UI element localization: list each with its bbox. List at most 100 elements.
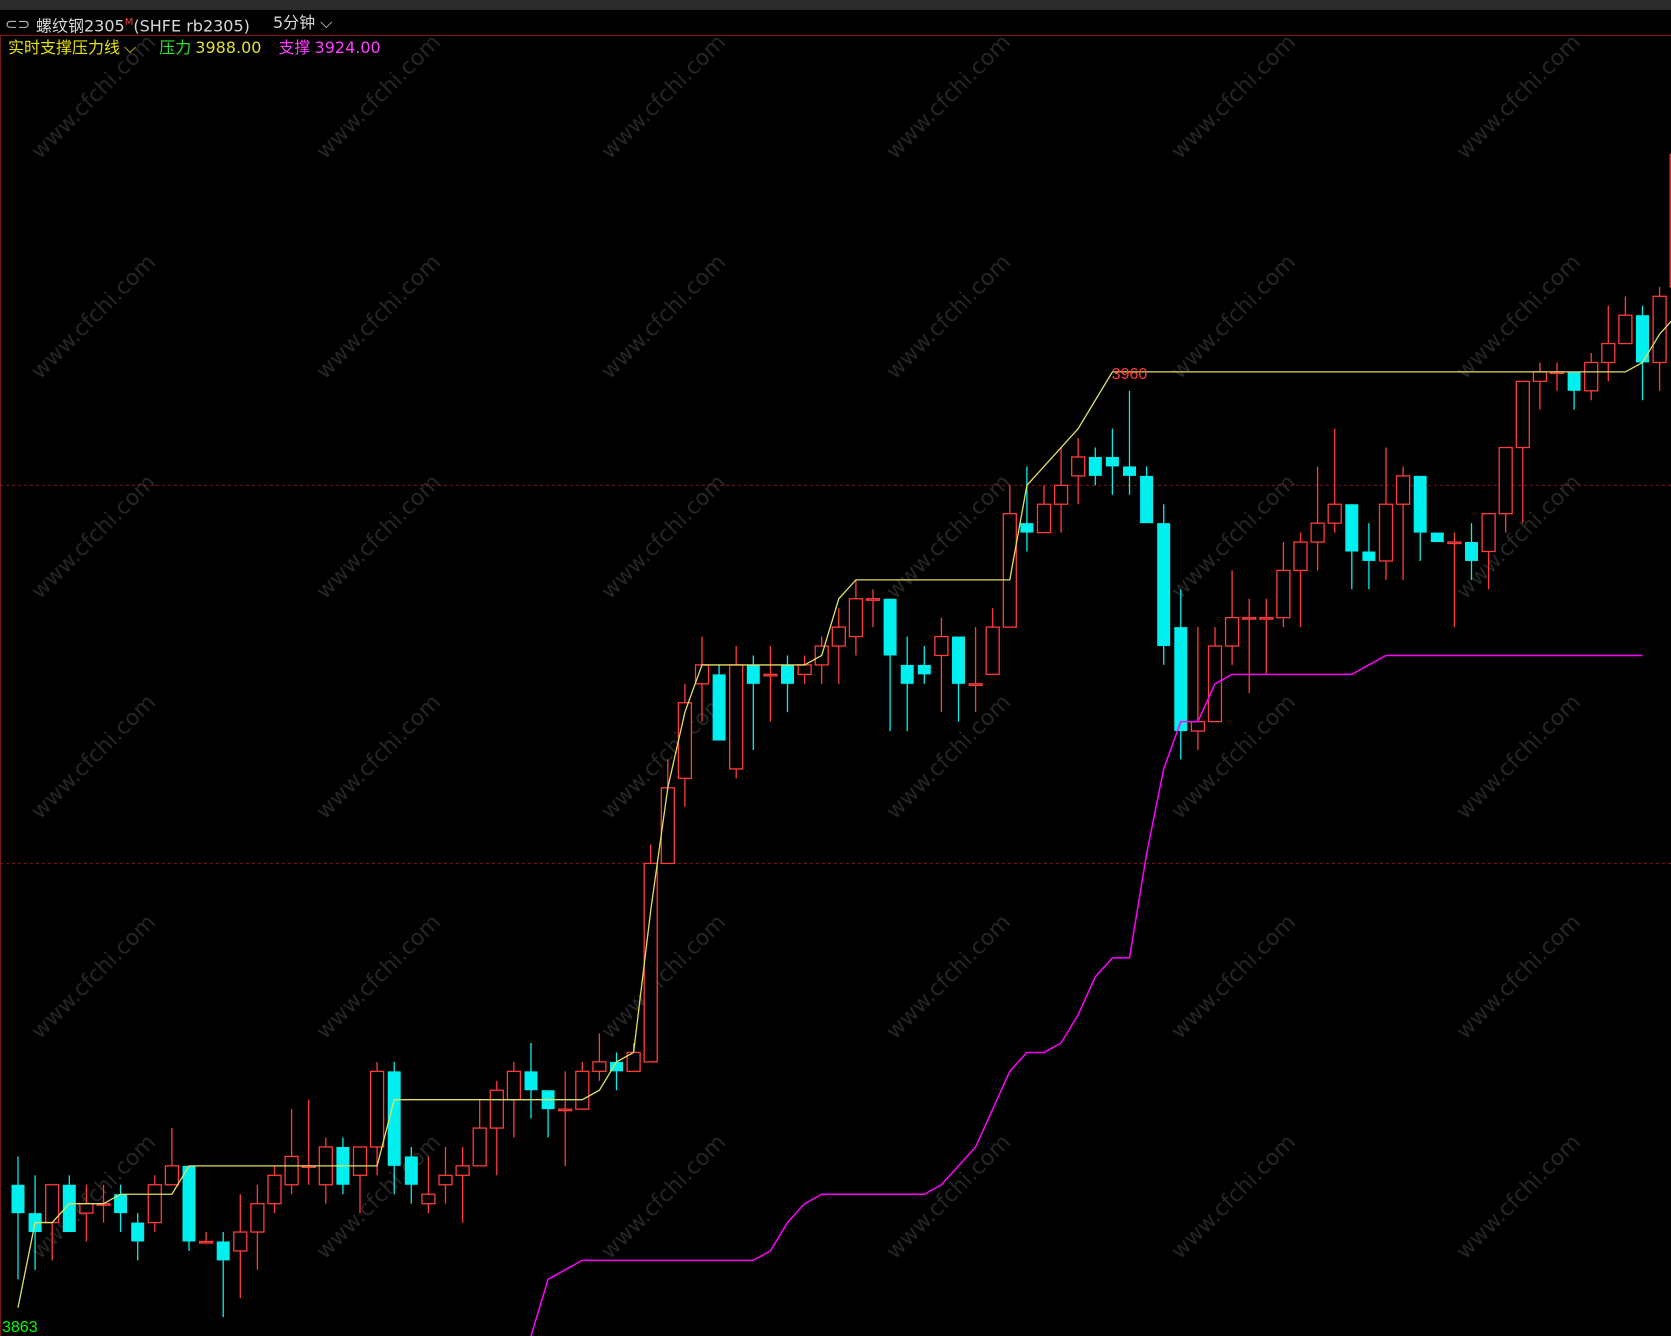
candle — [1327, 428, 1342, 533]
candle — [472, 1099, 487, 1167]
candle-body — [421, 1193, 436, 1205]
candle — [848, 579, 864, 656]
candle-body — [524, 1071, 538, 1091]
candle — [814, 636, 829, 684]
candle-body — [643, 862, 658, 1063]
candle-body — [79, 1203, 94, 1214]
candle-body — [1190, 720, 1206, 732]
watermark-text: www.cfchi.com — [1452, 910, 1586, 1044]
candle-body — [352, 1146, 368, 1176]
candle-body — [1071, 456, 1086, 477]
candle-body — [558, 1108, 573, 1112]
candle — [250, 1184, 265, 1270]
candle-body — [250, 1203, 265, 1233]
watermark-text: www.cfchi.com — [27, 910, 161, 1044]
candle-body — [1174, 627, 1188, 732]
watermark-text: www.cfchi.com — [597, 910, 731, 1044]
watermark-text: www.cfchi.com — [882, 250, 1016, 384]
candle — [1071, 438, 1086, 505]
candle — [284, 1109, 299, 1195]
candle — [985, 608, 1000, 676]
candle-body — [1413, 475, 1427, 533]
watermark-text: www.cfchi.com — [882, 1130, 1016, 1264]
candle-body — [1362, 551, 1376, 561]
candle — [1601, 305, 1616, 382]
candle-body — [216, 1241, 230, 1261]
candle — [182, 1165, 196, 1251]
candle — [883, 598, 897, 732]
candle — [147, 1175, 162, 1233]
candle-body — [1567, 371, 1581, 391]
watermark-text: www.cfchi.com — [1167, 910, 1301, 1044]
candle-body — [1465, 542, 1478, 561]
candle — [524, 1042, 538, 1119]
watermark-text: www.cfchi.com — [1167, 30, 1301, 164]
candle-body — [1259, 617, 1274, 620]
watermark-text: www.cfchi.com — [1452, 1130, 1586, 1264]
candle-body — [1140, 475, 1154, 524]
candle — [1310, 466, 1325, 571]
candle-body — [1601, 342, 1616, 364]
candle — [677, 683, 693, 807]
watermark-text: www.cfchi.com — [597, 470, 731, 604]
candle — [1242, 598, 1257, 694]
candlestick-chart[interactable]: www.cfchi.com www.cfchi.com www.cfchi.com w… — [0, 0, 1671, 1336]
candle-body — [1020, 523, 1034, 533]
watermark-text: www.cfchi.com — [1452, 250, 1586, 384]
candle — [1190, 627, 1206, 750]
candle-body — [729, 664, 744, 770]
candle-body — [1157, 523, 1171, 647]
candle — [831, 608, 846, 684]
candle — [1345, 504, 1359, 590]
candle — [917, 646, 931, 684]
candle-body — [712, 674, 726, 741]
candle-body — [164, 1165, 180, 1186]
candle-body — [233, 1231, 248, 1252]
candle-body — [746, 664, 760, 684]
candle-body — [1224, 617, 1240, 647]
watermark-text: www.cfchi.com — [1167, 1130, 1301, 1264]
candle-body — [575, 1070, 590, 1110]
candle-body — [1276, 569, 1291, 619]
candle-body — [1053, 484, 1069, 505]
candle-body — [1310, 522, 1325, 543]
candle — [1584, 353, 1599, 401]
candle — [1515, 380, 1530, 524]
candle — [781, 655, 794, 713]
candle-body — [1430, 532, 1444, 543]
watermark-text: www.cfchi.com — [882, 910, 1016, 1044]
candle-body — [934, 635, 949, 657]
candle-body — [883, 598, 897, 656]
watermark-text: www.cfchi.com — [882, 470, 1016, 604]
candle — [1378, 447, 1394, 580]
candle — [1413, 475, 1427, 561]
candle-body — [763, 673, 778, 677]
candle — [1036, 485, 1052, 534]
watermark-text: www.cfchi.com — [1452, 690, 1586, 824]
candle-body — [917, 664, 931, 675]
candle-body — [11, 1184, 25, 1214]
candle — [797, 655, 812, 684]
watermark-text: www.cfchi.com — [312, 250, 446, 384]
candle — [1123, 390, 1136, 495]
candle — [592, 1033, 607, 1081]
candle — [318, 1137, 333, 1204]
candle — [1652, 286, 1667, 391]
candle-body — [900, 664, 914, 684]
candle — [712, 664, 726, 741]
watermark-text: www.cfchi.com — [882, 690, 1016, 824]
candle — [1549, 362, 1565, 391]
candle-body — [489, 1089, 504, 1129]
candle-body — [1327, 503, 1342, 524]
candle-body — [592, 1061, 607, 1072]
watermark-text: www.cfchi.com — [27, 30, 161, 164]
candle-body — [1481, 513, 1496, 553]
watermark-text: www.cfchi.com — [27, 690, 161, 824]
candle-body — [1378, 503, 1394, 562]
candle — [729, 646, 744, 779]
candle — [267, 1165, 282, 1214]
candle-body — [831, 626, 846, 647]
candle-body — [1293, 541, 1308, 572]
candle — [746, 655, 760, 750]
watermark-text: www.cfchi.com — [27, 470, 161, 604]
